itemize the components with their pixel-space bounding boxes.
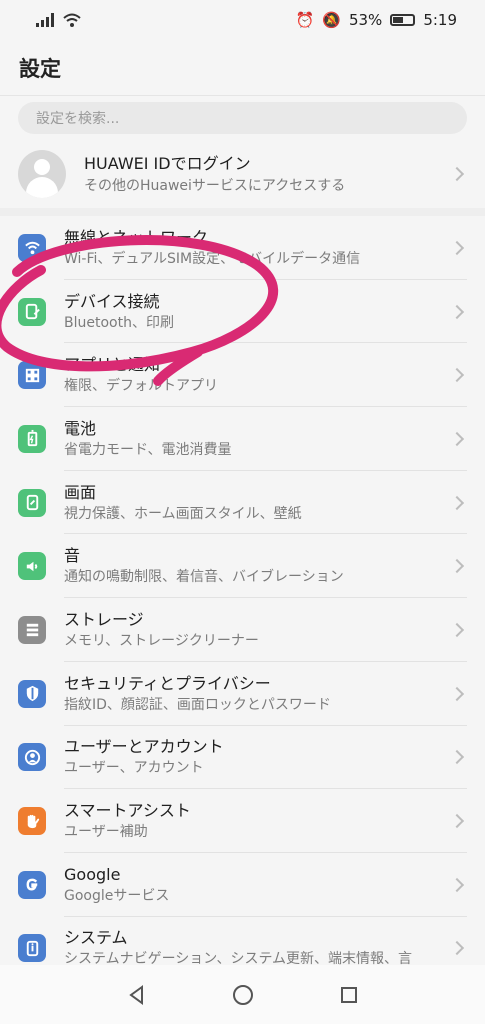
settings-item-subtitle: ユーザー、アカウント [64,760,204,777]
settings-item-google[interactable]: Google Googleサービス [0,852,485,917]
search-input[interactable]: 設定を検索... [18,102,467,134]
chevron-right-icon [449,813,465,829]
account-subtitle: その他のHuaweiサービスにアクセスする [84,177,346,194]
settings-item-title: 音 [64,546,81,566]
recents-icon[interactable] [335,981,363,1009]
settings-item-security[interactable]: セキュリティとプライバシー 指紋ID、顔認証、画面ロックとパスワード [0,661,485,726]
settings-item-title: ストレージ [64,609,144,629]
mute-icon: 🔕 [322,11,341,29]
status-bar: ⏰ 🔕 53% 5:19 [0,0,485,40]
settings-item-battery[interactable]: 電池 省電力モード、電池消費量 [0,407,485,471]
settings-item-sound[interactable]: 音 通知の鳴動制限、着信音、バイブレーション [0,534,485,599]
navigation-bar [0,965,485,1024]
settings-item-title: Google [64,864,121,884]
settings-item-text: 画面 視力保護、ホーム画面スタイル、壁紙 [64,482,302,524]
settings-item-title: アプリと通知 [64,355,161,375]
search-placeholder: 設定を検索... [36,111,120,127]
settings-item-subtitle: 権限、デフォルトアプリ [64,378,218,395]
settings-item-text: アプリと通知 権限、デフォルトアプリ [64,354,218,396]
settings-item-subtitle: Googleサービス [64,887,170,904]
info-icon [18,934,46,963]
settings-item-text: 音 通知の鳴動制限、着信音、バイブレーション [64,545,344,587]
chevron-right-icon [449,495,465,510]
settings-header: 設定 [0,40,485,96]
settings-item-subtitle: メモリ、ストレージクリーナー [64,632,259,649]
chevron-right-icon [449,304,465,319]
back-icon[interactable] [123,981,151,1009]
system-status: ⏰ 🔕 53% 5:19 [296,11,457,29]
chevron-right-icon [449,941,465,956]
chevron-right-icon [449,559,465,574]
settings-item-subtitle: 指紋ID、顔認証、画面ロックとパスワード [64,696,331,713]
settings-item-subtitle: Bluetooth、印刷 [64,314,174,331]
settings-item-storage[interactable]: ストレージ メモリ、ストレージクリーナー [0,598,485,662]
chevron-right-icon [449,431,465,446]
chevron-right-icon [449,240,465,255]
battery-percent: 53% [348,11,383,29]
settings-item-display[interactable]: 画面 視力保護、ホーム画面スタイル、壁紙 [0,470,485,535]
settings-item-text: ストレージ メモリ、ストレージクリーナー [64,609,259,651]
settings-item-text: Google Googleサービス [64,864,169,906]
display-icon [18,488,46,517]
settings-item-text: 電池 省電力モード、電池消費量 [64,418,231,460]
apps-icon [18,361,46,390]
account-title: HUAWEI IDでログイン [84,153,251,173]
home-icon[interactable] [229,981,257,1009]
battery-icon [18,424,46,453]
alarm-icon: ⏰ [295,11,315,29]
settings-item-device-connection[interactable]: デバイス接続 Bluetooth、印刷 [0,279,485,344]
chevron-right-icon [449,622,465,638]
chevron-right-icon [449,368,465,383]
network-status [36,12,82,28]
chevron-right-icon [449,750,465,765]
settings-item-title: システム [64,928,128,948]
settings-item-title: デバイス接続 [64,291,160,311]
chevron-right-icon [449,166,465,182]
section-divider [0,208,485,216]
wifi-icon [18,233,46,262]
battery-icon [390,14,416,26]
settings-item-apps[interactable]: アプリと通知 権限、デフォルトアプリ [0,343,485,408]
settings-item-subtitle: 視力保護、ホーム画面スタイル、壁紙 [64,505,302,522]
settings-item-text: スマートアシスト ユーザー補助 [64,800,191,842]
signal-icon [36,13,54,27]
wifi-status-icon [63,13,81,27]
settings-item-text: ユーザーとアカウント ユーザー、アカウント [64,736,224,778]
settings-item-subtitle: Wi-Fi、デュアルSIM設定、モバイルデータ通信 [64,250,361,267]
chevron-right-icon [449,686,465,701]
settings-item-subtitle: 通知の鳴動制限、着信音、バイブレーション [64,569,344,586]
status-time: 5:19 [423,11,457,29]
avatar [18,150,66,198]
speaker-icon [18,552,46,581]
chevron-right-icon [449,877,465,892]
settings-list: 無線とネットワーク Wi-Fi、デュアルSIM設定、モバイルデータ通信 デバイス… [0,216,485,981]
settings-item-title: スマートアシスト [64,801,191,821]
huawei-id-login-row[interactable]: HUAWEI IDでログイン その他のHuaweiサービスにアクセスする [0,140,485,208]
settings-item-title: ユーザーとアカウント [64,737,224,757]
settings-item-title: 画面 [64,482,97,502]
storage-icon [18,615,46,644]
device-connection-icon [18,297,46,326]
shield-icon [18,679,46,708]
settings-item-text: デバイス接続 Bluetooth、印刷 [64,291,174,333]
account-text: HUAWEI IDでログイン その他のHuaweiサービスにアクセスする [84,153,345,196]
settings-item-title: 電池 [64,418,97,438]
settings-item-subtitle: ユーザー補助 [64,824,148,841]
page-title: 設定 [19,56,61,81]
hand-icon [18,807,46,836]
settings-item-users[interactable]: ユーザーとアカウント ユーザー、アカウント [0,725,485,790]
settings-item-subtitle: 省電力モード、電池消費量 [64,441,232,458]
settings-item-text: セキュリティとプライバシー 指紋ID、顔認証、画面ロックとパスワード [64,673,331,715]
settings-item-network[interactable]: 無線とネットワーク Wi-Fi、デュアルSIM設定、モバイルデータ通信 [0,216,485,280]
settings-item-title: セキュリティとプライバシー [64,673,271,693]
user-icon [18,743,46,772]
settings-item-title: 無線とネットワーク [64,227,209,247]
settings-item-text: 無線とネットワーク Wi-Fi、デュアルSIM設定、モバイルデータ通信 [64,227,360,269]
google-icon [18,870,46,899]
settings-item-text: システム システムナビゲーション、システム更新、端末情報、言 [64,927,412,969]
settings-item-smart-assist[interactable]: スマートアシスト ユーザー補助 [0,789,485,853]
